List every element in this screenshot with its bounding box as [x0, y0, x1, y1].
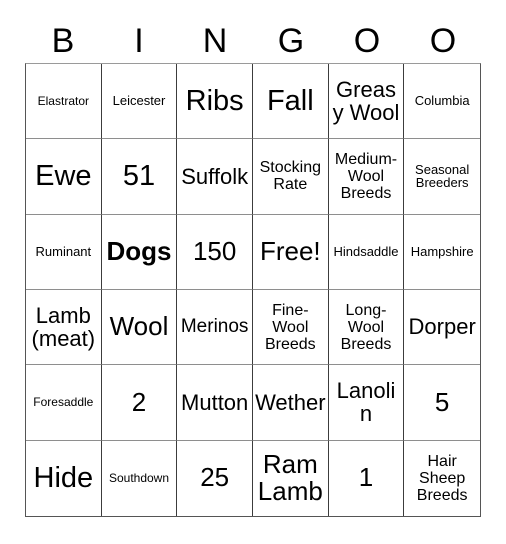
bingo-cell-label: Dogs: [106, 235, 172, 266]
bingo-cell[interactable]: Columbia: [404, 64, 480, 140]
bingo-cell[interactable]: Hampshire: [404, 215, 480, 290]
bingo-cell[interactable]: Foresaddle: [26, 365, 102, 441]
bingo-header-row: BINGOO: [25, 18, 481, 63]
bingo-cell[interactable]: Hindsaddle: [328, 214, 405, 290]
bingo-cell-label: Mutton: [181, 389, 249, 415]
bingo-cell-label: Hampshire: [410, 243, 474, 259]
bingo-cell[interactable]: Hair Sheep Breeds: [404, 441, 480, 516]
bingo-cell-label: Seasonal Breeders: [415, 161, 470, 191]
bingo-cell[interactable]: 150: [177, 214, 253, 290]
bingo-cell[interactable]: Dogs: [101, 214, 178, 290]
bingo-cell[interactable]: Lanolin: [328, 365, 405, 441]
bingo-grid: Elastrator Leicester Ribs Fall Greasy Wool Co…: [25, 63, 481, 517]
bingo-cell-label: Fall: [266, 84, 314, 117]
bingo-cell[interactable]: Southdown: [102, 440, 178, 516]
bingo-cell[interactable]: Free!: [252, 214, 329, 290]
bingo-cell-label: Medium-Wool Breeds: [334, 150, 398, 203]
bingo-cell-label: Leicester: [112, 93, 166, 109]
bingo-cell-label: Merinos: [180, 316, 249, 337]
bingo-cell-label: Dorper: [408, 314, 476, 340]
bingo-cell[interactable]: Mutton: [177, 365, 253, 441]
bingo-cell-label: 1: [358, 462, 374, 493]
bingo-cell-label: Columbia: [414, 93, 470, 109]
bingo-cell[interactable]: 5: [404, 365, 480, 441]
bingo-cell[interactable]: Leicester: [101, 64, 178, 140]
bingo-cell-label: Southdown: [108, 470, 170, 485]
bingo-cell[interactable]: Seasonal Breeders: [404, 139, 480, 215]
bingo-cell[interactable]: Suffolk: [177, 139, 253, 215]
bingo-cell-label: Fine-Wool Breeds: [264, 301, 316, 353]
bingo-header-letter-5: O: [429, 21, 457, 60]
bingo-cell[interactable]: Ruminant: [26, 214, 102, 290]
bingo-cell[interactable]: Greasy Wool: [328, 64, 405, 140]
bingo-cell-label: 51: [122, 159, 156, 192]
bingo-cell-label: 2: [131, 386, 147, 417]
bingo-cell[interactable]: 25: [177, 440, 253, 516]
bingo-cell-label: Greasy Wool: [332, 76, 400, 126]
bingo-header-letter-2: N: [202, 21, 228, 60]
bingo-cell[interactable]: Fall: [252, 64, 329, 140]
bingo-cell-label: 5: [434, 386, 450, 417]
bingo-cell-label: 150: [192, 235, 237, 266]
bingo-cell[interactable]: Ram Lamb: [253, 440, 329, 516]
bingo-cell-label: Stocking Rate: [259, 159, 321, 194]
bingo-header-letter-1: I: [134, 21, 144, 60]
bingo-cell-label: Lamb (meat): [31, 302, 96, 352]
bingo-cell-label: Foresaddle: [33, 395, 94, 410]
bingo-cell[interactable]: Dorper: [404, 290, 480, 366]
bingo-card: B I N G O O Elastrator Leicester Ribs Fall Greasy…: [0, 0, 506, 544]
bingo-cell[interactable]: Fine-Wool Breeds: [252, 290, 329, 366]
bingo-cell-label: Suffolk: [181, 163, 249, 189]
bingo-cell[interactable]: Lamb (meat): [26, 290, 102, 366]
bingo-cell[interactable]: Elastrator: [26, 64, 102, 140]
bingo-cell-label: Wether: [255, 389, 326, 415]
bingo-cell-label: Ruminant: [35, 243, 92, 259]
bingo-cell[interactable]: Hide: [26, 440, 102, 516]
bingo-cell-label: Ram Lamb: [257, 448, 323, 507]
bingo-cell-label: Ewe: [35, 159, 92, 192]
bingo-header-letter-0: B: [51, 21, 75, 60]
bingo-cell-label: Hindsaddle: [333, 243, 399, 259]
bingo-cell[interactable]: Stocking Rate: [252, 139, 329, 215]
bingo-cell[interactable]: Long-Wool Breeds: [328, 290, 405, 366]
bingo-cell[interactable]: 2: [101, 365, 178, 441]
bingo-cell-label: Hide: [33, 461, 94, 494]
bingo-cell-label: Free!: [259, 235, 321, 266]
bingo-cell-label: Hair Sheep Breeds: [416, 452, 468, 504]
bingo-cell[interactable]: 1: [329, 440, 405, 516]
bingo-cell[interactable]: Ewe: [26, 139, 102, 215]
bingo-cell-label: Wool: [109, 311, 169, 342]
bingo-cell[interactable]: 51: [101, 139, 178, 215]
bingo-cell[interactable]: Wool: [101, 290, 178, 366]
bingo-cell-label: Lanolin: [336, 377, 396, 427]
bingo-header-letter-4: O: [353, 21, 381, 60]
bingo-cell[interactable]: Ribs: [177, 64, 253, 140]
bingo-header-letter-3: G: [277, 21, 305, 60]
bingo-cell[interactable]: Merinos: [177, 290, 253, 366]
bingo-cell-label: Long-Wool Breeds: [340, 301, 392, 353]
bingo-cell[interactable]: Wether: [252, 365, 329, 441]
bingo-cell-label: Ribs: [185, 84, 244, 117]
bingo-cell[interactable]: Medium-Wool Breeds: [328, 139, 405, 215]
bingo-cell-label: Elastrator: [37, 93, 89, 108]
bingo-cell-label: 25: [200, 462, 230, 493]
